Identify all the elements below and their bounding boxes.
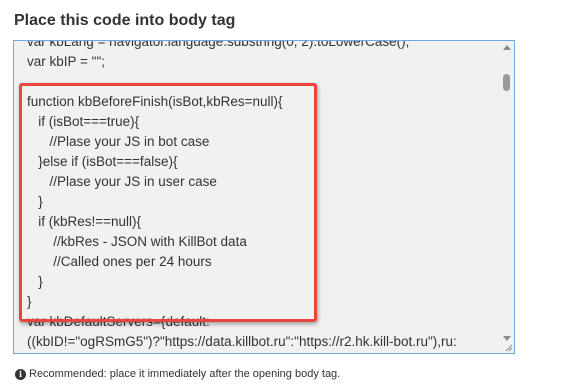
code-line: } (27, 194, 43, 209)
scroll-thumb[interactable] (503, 74, 510, 91)
code-line: //Plase your JS in bot case (27, 134, 210, 149)
code-line: if (kbRes!==null){ (27, 214, 142, 229)
code-textarea[interactable]: var kbLang = navigator.language.substrin… (13, 40, 515, 354)
code-line: ((kbID!="ogRSmG5")?"https://data.killbot… (27, 334, 457, 349)
vertical-scrollbar[interactable] (500, 41, 514, 353)
resize-grip-icon[interactable] (503, 342, 513, 352)
code-line: } (27, 294, 32, 309)
scroll-down-arrow-icon[interactable] (503, 336, 511, 341)
code-line: //Called ones per 24 hours (27, 254, 212, 269)
code-line: var kbDefaultServers={default: (27, 314, 210, 329)
code-line: }else if (isBot===false){ (27, 154, 178, 169)
recommendation-text: Recommended: place it immediately after … (29, 368, 341, 380)
recommendation-note: i Recommended: place it immediately afte… (15, 368, 340, 380)
code-line: var kbIP = ""; (27, 54, 105, 69)
page: Place this code into body tag var kbLang… (0, 0, 586, 389)
code-line: } (27, 274, 43, 289)
code-line: if (isBot===true){ (27, 114, 140, 129)
info-circle-icon: i (15, 368, 26, 380)
section-title: Place this code into body tag (14, 12, 236, 29)
scroll-up-arrow-icon[interactable] (503, 45, 511, 50)
code-line: var kbLang = navigator.language.substrin… (27, 40, 410, 49)
code-line: //kbRes - JSON with KillBot data (27, 234, 247, 249)
code-line: function kbBeforeFinish(isBot,kbRes=null… (27, 94, 283, 109)
code-line: //Plase your JS in user case (27, 174, 217, 189)
code-content[interactable]: var kbLang = navigator.language.substrin… (27, 40, 497, 352)
